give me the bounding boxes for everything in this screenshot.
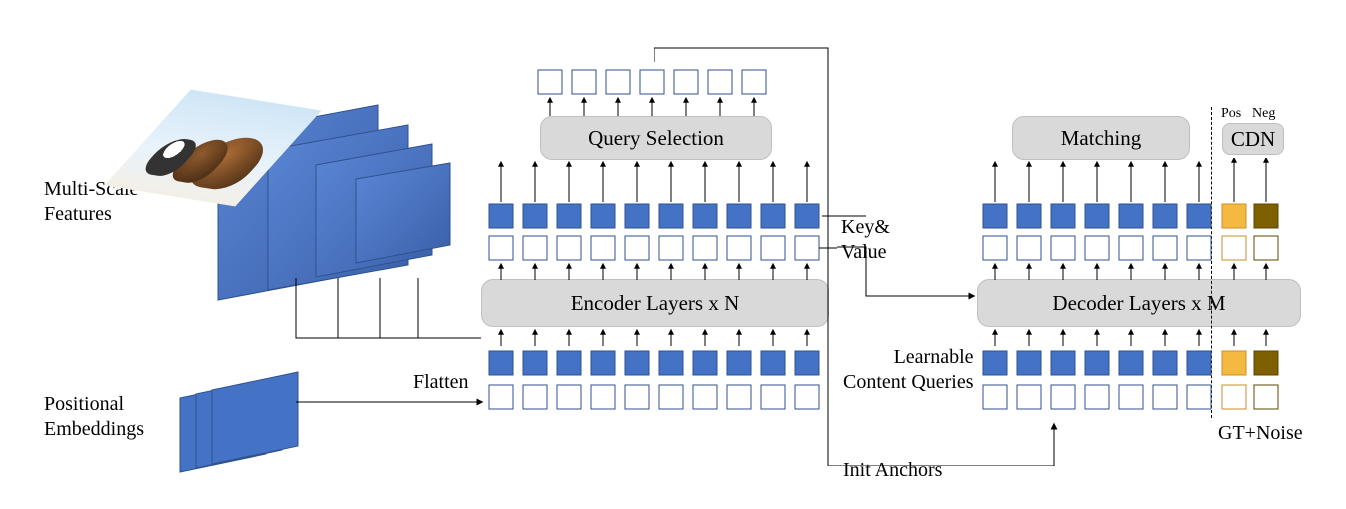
block-cdn-label: CDN: [1231, 127, 1275, 152]
label-pos: Pos: [1221, 105, 1241, 123]
cdn-top-tokens: [1218, 158, 1298, 282]
label-gt-noise: GT+Noise: [1218, 421, 1303, 446]
label-neg: Neg: [1252, 105, 1275, 123]
diagram-root: Multi-Scale Features Positional Embeddin…: [0, 0, 1346, 509]
decoder-top-tokens: [977, 158, 1217, 282]
decoder-bottom-tokens: [977, 328, 1217, 418]
cdn-bottom-tokens: [1218, 328, 1298, 418]
arrow-posemb: [296, 394, 486, 414]
label-positional-embeddings: Positional Embeddings: [44, 392, 144, 442]
block-cdn: CDN: [1222, 123, 1284, 155]
